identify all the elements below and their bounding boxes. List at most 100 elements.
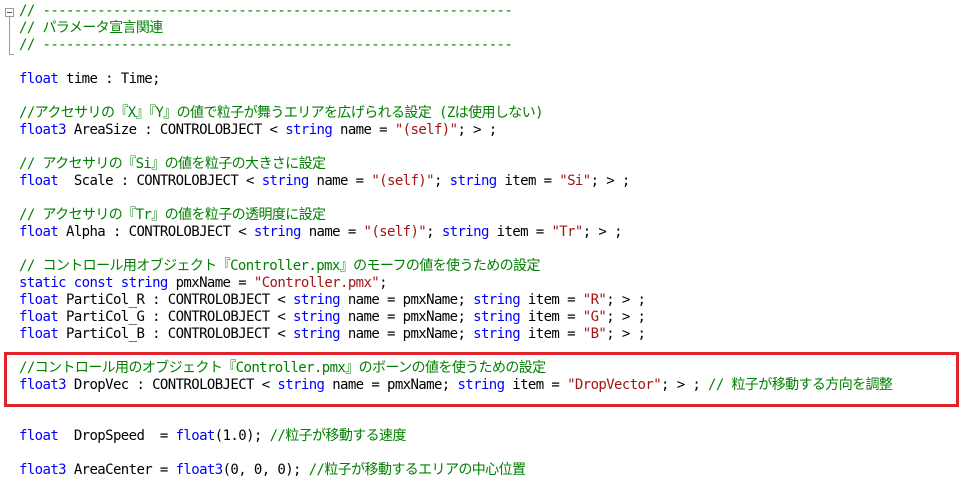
code-string: "Si" bbox=[559, 173, 591, 189]
code-keyword: string bbox=[253, 224, 302, 240]
code-line[interactable]: float PartiCol_G : CONTROLOBJECT < strin… bbox=[19, 309, 892, 326]
code-line[interactable] bbox=[19, 190, 892, 207]
code-line[interactable]: // パラメータ宣言関連 bbox=[19, 20, 892, 37]
code-line[interactable]: float Scale : CONTROLOBJECT < string nam… bbox=[19, 173, 892, 190]
code-keyword: float bbox=[19, 224, 59, 240]
code-line[interactable]: // -------------------------------------… bbox=[19, 37, 892, 54]
code-comment: // アクセサリの『Tr』の値を粒子の透明度に設定 bbox=[19, 207, 326, 223]
code-line[interactable] bbox=[19, 139, 892, 156]
code-keyword: string bbox=[293, 326, 341, 342]
code-line[interactable]: float Alpha : CONTROLOBJECT < string nam… bbox=[19, 224, 892, 241]
fold-collapse-icon[interactable] bbox=[5, 8, 14, 17]
code-line[interactable]: //アクセサリの『X』『Y』の値で粒子が舞うエリアを広げられる設定 (Zは使用し… bbox=[19, 105, 892, 122]
highlight-annotation-box bbox=[4, 352, 959, 407]
code-string: "(self)" bbox=[371, 173, 434, 189]
code-token: name = bbox=[300, 224, 364, 240]
code-line[interactable]: float3 AreaSize : CONTROLOBJECT < string… bbox=[19, 122, 892, 139]
code-token: ; > ; bbox=[606, 309, 646, 325]
code-token: PartiCol_R : CONTROLOBJECT < bbox=[58, 292, 294, 308]
code-keyword: string bbox=[473, 309, 521, 325]
code-token: AreaCenter = bbox=[65, 462, 176, 478]
code-line[interactable] bbox=[19, 88, 892, 105]
code-editor[interactable]: // -------------------------------------… bbox=[0, 0, 972, 495]
code-text-area[interactable]: // -------------------------------------… bbox=[19, 3, 893, 479]
code-line[interactable]: // コントロール用オブジェクト『Controller.pmx』のモーフの値を使… bbox=[19, 258, 892, 275]
code-line[interactable]: float3 AreaCenter = float3(0, 0, 0); //粒… bbox=[19, 462, 892, 479]
code-keyword: float bbox=[175, 428, 216, 444]
code-token: name = pmxName; bbox=[340, 326, 474, 342]
code-keyword: static const string bbox=[19, 275, 168, 291]
code-token: ; bbox=[433, 173, 450, 189]
code-keyword: string bbox=[293, 309, 341, 325]
code-keyword: float3 bbox=[19, 122, 67, 138]
fold-region-line bbox=[9, 17, 10, 55]
code-token: DropSpeed = bbox=[58, 428, 176, 444]
code-token: name = bbox=[308, 173, 372, 189]
code-keyword: float bbox=[19, 173, 59, 189]
code-token: Alpha : CONTROLOBJECT < bbox=[58, 224, 254, 240]
code-keyword: string bbox=[261, 173, 310, 189]
code-token: ; > ; bbox=[606, 292, 646, 308]
code-line[interactable] bbox=[19, 411, 892, 428]
code-token: name = pmxName; bbox=[340, 309, 474, 325]
code-keyword: string bbox=[285, 122, 333, 138]
code-string: "G" bbox=[582, 309, 607, 325]
code-keyword: float bbox=[19, 428, 59, 444]
code-keyword: float3 bbox=[175, 462, 224, 478]
code-keyword: string bbox=[293, 292, 341, 308]
code-token: item = bbox=[496, 173, 560, 189]
code-token: name = bbox=[332, 122, 395, 138]
code-token: (1.0); bbox=[214, 428, 270, 444]
code-keyword: string bbox=[441, 224, 490, 240]
code-line[interactable] bbox=[19, 241, 892, 258]
code-string: "(self)" bbox=[363, 224, 427, 240]
code-token: (0, 0, 0); bbox=[222, 462, 309, 478]
code-string: "B" bbox=[582, 326, 607, 342]
code-comment: // パラメータ宣言関連 bbox=[19, 20, 163, 36]
code-comment: // コントロール用オブジェクト『Controller.pmx』のモーフの値を使… bbox=[19, 258, 540, 274]
code-token: ; > ; bbox=[606, 326, 646, 342]
code-token: PartiCol_G : CONTROLOBJECT < bbox=[58, 309, 294, 325]
code-string: "R" bbox=[582, 292, 607, 308]
code-token: AreaSize : CONTROLOBJECT < bbox=[65, 122, 286, 138]
code-token: Scale : CONTROLOBJECT < bbox=[58, 173, 262, 189]
code-line[interactable]: // -------------------------------------… bbox=[19, 3, 892, 20]
fold-region-end bbox=[9, 54, 14, 55]
code-token: ; > ; bbox=[590, 173, 631, 189]
code-string: "Tr" bbox=[551, 224, 583, 240]
code-comment: //粒子が移動するエリアの中心位置 bbox=[308, 462, 526, 478]
code-line[interactable]: // アクセサリの『Tr』の値を粒子の透明度に設定 bbox=[19, 207, 892, 224]
code-comment: // アクセサリの『Si』の値を粒子の大きさに設定 bbox=[19, 156, 326, 172]
code-keyword: string bbox=[449, 173, 498, 189]
code-token: ; bbox=[426, 224, 442, 240]
code-keyword: float bbox=[19, 326, 59, 342]
code-line[interactable]: float PartiCol_B : CONTROLOBJECT < strin… bbox=[19, 326, 892, 343]
code-comment: //粒子が移動する速度 bbox=[269, 428, 407, 444]
code-keyword: string bbox=[473, 326, 521, 342]
code-line[interactable] bbox=[19, 445, 892, 462]
editor-gutter bbox=[0, 0, 18, 495]
code-comment: //アクセサリの『X』『Y』の値で粒子が舞うエリアを広げられる設定 (Zは使用し… bbox=[19, 105, 544, 121]
code-line[interactable] bbox=[19, 54, 892, 71]
code-keyword: float3 bbox=[19, 462, 67, 478]
code-keyword: float bbox=[19, 309, 59, 325]
code-line[interactable]: float time : Time; bbox=[19, 71, 892, 88]
code-token: ; bbox=[379, 275, 387, 291]
code-token: pmxName = bbox=[167, 275, 254, 291]
code-keyword: string bbox=[473, 292, 521, 308]
code-line[interactable]: // アクセサリの『Si』の値を粒子の大きさに設定 bbox=[19, 156, 892, 173]
code-comment: // -------------------------------------… bbox=[19, 3, 513, 19]
code-token: time : Time; bbox=[58, 71, 161, 87]
code-line[interactable]: float DropSpeed = float(1.0); //粒子が移動する速… bbox=[19, 428, 892, 445]
code-token: item = bbox=[520, 309, 583, 325]
code-token: PartiCol_B : CONTROLOBJECT < bbox=[58, 326, 294, 342]
code-line[interactable]: float PartiCol_R : CONTROLOBJECT < strin… bbox=[19, 292, 892, 309]
code-keyword: float bbox=[19, 71, 59, 87]
code-token: ; > ; bbox=[457, 122, 497, 138]
code-token: item = bbox=[488, 224, 552, 240]
code-token: item = bbox=[520, 292, 583, 308]
code-string: "(self)" bbox=[394, 122, 458, 138]
code-string: "Controller.pmx" bbox=[253, 275, 380, 291]
code-line[interactable]: static const string pmxName = "Controlle… bbox=[19, 275, 892, 292]
code-token: ; > ; bbox=[582, 224, 623, 240]
